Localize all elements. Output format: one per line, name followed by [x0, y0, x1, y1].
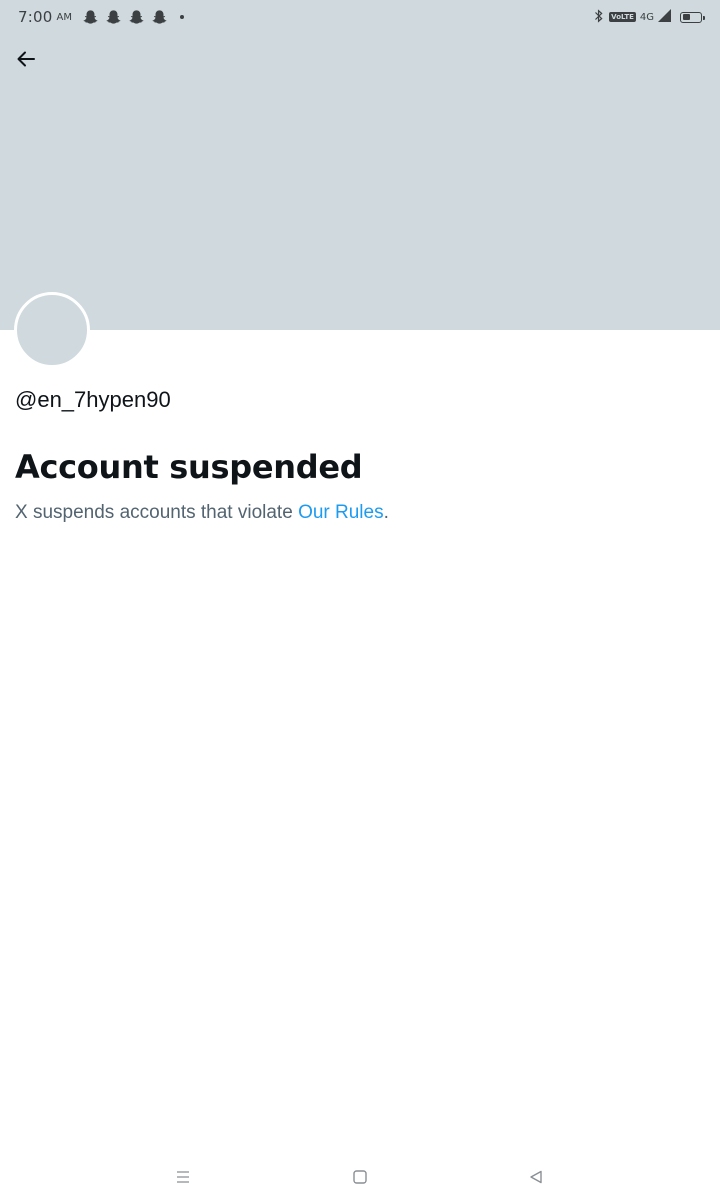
battery-level — [682, 14, 690, 20]
avatar — [14, 292, 90, 368]
signal-icon — [658, 9, 672, 25]
bluetooth-icon — [593, 8, 605, 26]
our-rules-link[interactable]: Our Rules — [298, 502, 384, 523]
more-notifications-dot-icon — [179, 15, 184, 19]
arrow-left-icon — [16, 49, 36, 74]
status-time-suffix: AM — [56, 11, 72, 23]
triangle-back-icon — [528, 1169, 544, 1190]
status-bar: 7:00 AM VoLTE 4G — [0, 0, 720, 34]
battery-icon — [680, 11, 705, 23]
volte-badge: VoLTE — [609, 12, 636, 22]
profile-banner — [0, 0, 720, 330]
back-button[interactable] — [10, 45, 42, 77]
notification-icons — [82, 9, 184, 26]
profile-screen: 7:00 AM VoLTE 4G @en_7hypen90 Account su… — [0, 0, 720, 1200]
description-text: X suspends accounts that violate — [15, 502, 299, 523]
system-back-button[interactable] — [525, 1168, 547, 1190]
suspension-description: X suspends accounts that violate Our Rul… — [15, 502, 389, 524]
home-button[interactable] — [349, 1168, 371, 1190]
status-time: 7:00 — [18, 8, 53, 26]
snapchat-icon — [151, 9, 168, 26]
page-title: Account suspended — [15, 448, 363, 486]
recents-button[interactable] — [172, 1168, 194, 1190]
snapchat-icon — [128, 9, 145, 26]
network-type: 4G — [639, 11, 654, 23]
description-period: . — [383, 502, 389, 523]
system-nav-bar — [0, 1156, 720, 1200]
menu-icon — [175, 1170, 191, 1189]
square-icon — [352, 1169, 368, 1190]
snapchat-icon — [82, 9, 99, 26]
status-right-icons: VoLTE 4G — [593, 8, 705, 26]
profile-handle: @en_7hypen90 — [15, 387, 171, 412]
snapchat-icon — [105, 9, 122, 26]
